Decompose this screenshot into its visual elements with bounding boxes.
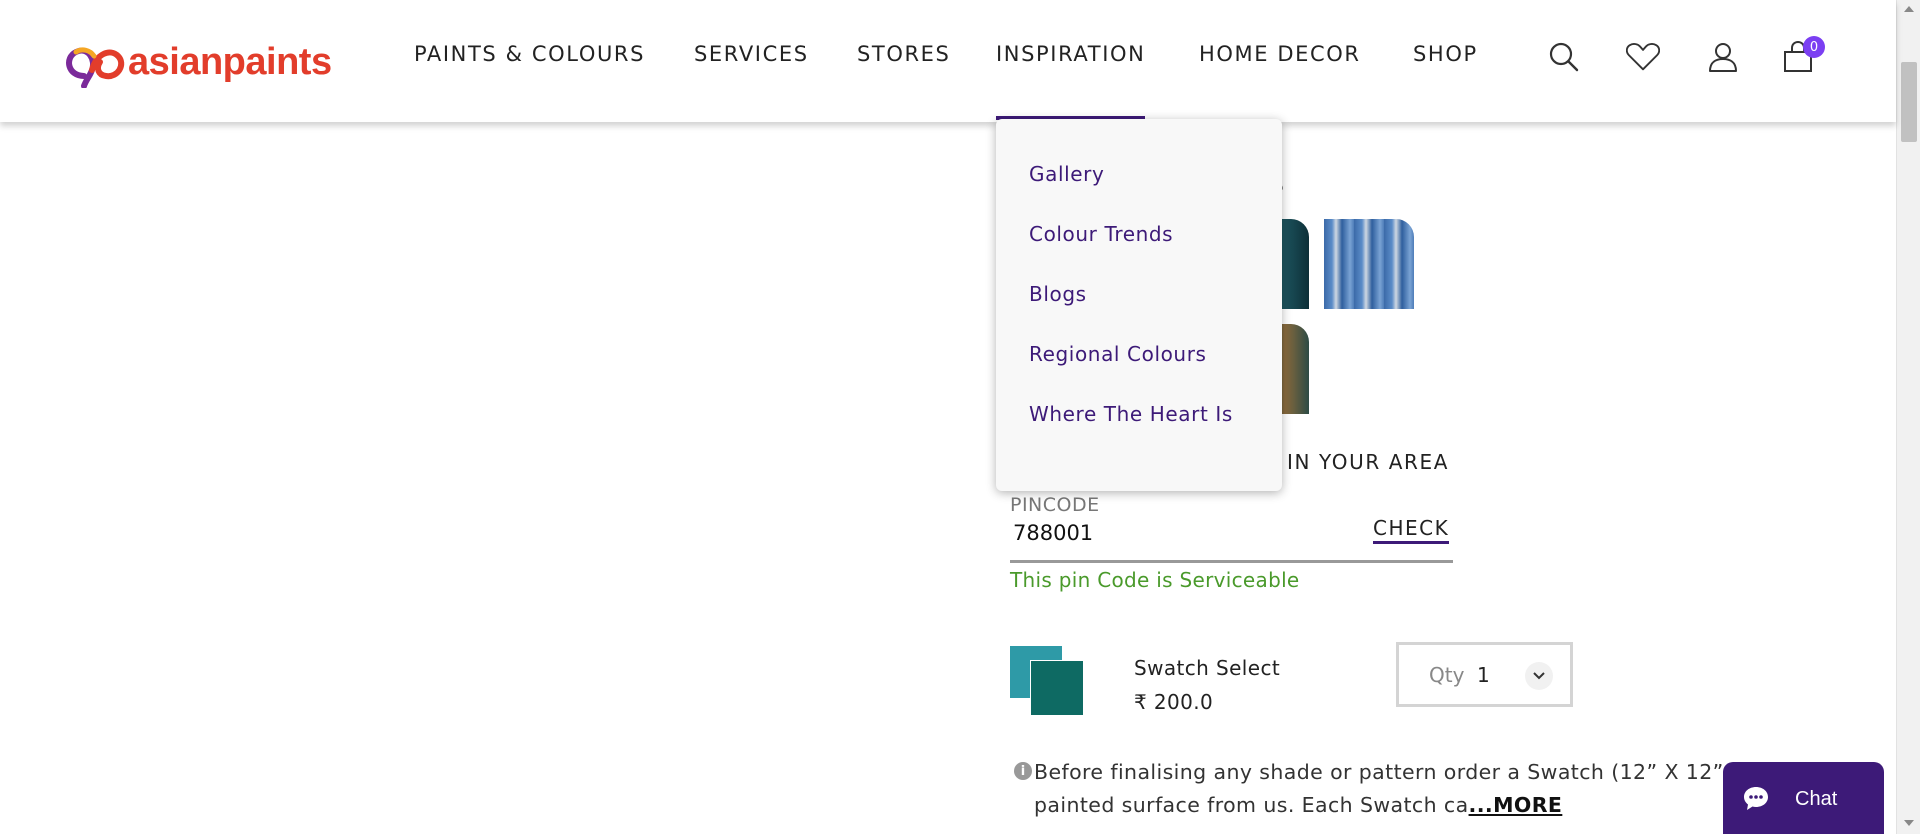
wishlist-heart-icon[interactable]	[1626, 40, 1660, 74]
logo-mark-icon	[66, 47, 125, 88]
nav-paints-colours[interactable]: PAINTS & COLOURS	[414, 42, 645, 66]
nav-shop[interactable]: SHOP	[1413, 42, 1478, 66]
scroll-up-arrow-icon[interactable]	[1904, 6, 1914, 12]
inspiration-dropdown-menu: Gallery Colour Trends Blogs Regional Col…	[996, 119, 1282, 491]
nav-home-decor[interactable]: HOME DECOR	[1199, 42, 1361, 66]
pattern-thumbnail-blue-stripes[interactable]	[1324, 219, 1414, 309]
check-pincode-button[interactable]: CHECK	[1373, 516, 1450, 544]
chat-button[interactable]: Chat	[1723, 762, 1884, 834]
nav-services[interactable]: SERVICES	[694, 42, 809, 66]
search-icon[interactable]	[1547, 40, 1581, 74]
nav-inspiration[interactable]: INSPIRATION	[996, 42, 1146, 120]
product-name: Swatch Select	[1134, 656, 1281, 680]
quantity-select[interactable]: Qty 1	[1396, 642, 1573, 707]
scrollbar-thumb[interactable]	[1901, 62, 1917, 142]
availability-section-title: IN YOUR AREA	[1287, 450, 1450, 474]
cart-count-badge: 0	[1803, 36, 1825, 58]
user-account-icon[interactable]	[1706, 40, 1740, 74]
dropdown-item-gallery[interactable]: Gallery	[1029, 162, 1104, 186]
dropdown-item-blogs[interactable]: Blogs	[1029, 282, 1087, 306]
qty-value: 1	[1477, 663, 1490, 687]
chat-bubble-icon	[1744, 787, 1768, 810]
dropdown-item-regional-colours[interactable]: Regional Colours	[1029, 342, 1207, 366]
product-price: ₹ 200.0	[1134, 690, 1214, 714]
swatch-info-text: Before finalising any shade or pattern o…	[1034, 756, 1804, 822]
cart-bag-icon[interactable]: 0	[1781, 36, 1825, 74]
page-scrollbar[interactable]	[1896, 0, 1920, 834]
dropdown-item-where-the-heart-is[interactable]: Where The Heart Is	[1029, 402, 1233, 426]
nav-stores[interactable]: STORES	[857, 42, 950, 66]
qty-label: Qty	[1429, 663, 1465, 687]
asianpaints-logo[interactable]: asianpaints	[60, 36, 332, 88]
info-icon: i	[1014, 762, 1032, 780]
scroll-down-arrow-icon[interactable]	[1904, 820, 1914, 826]
pincode-status-message: This pin Code is Serviceable	[1010, 568, 1300, 592]
chevron-down-icon[interactable]	[1525, 662, 1553, 690]
swatch-info-body: Before finalising any shade or pattern o…	[1034, 760, 1797, 817]
pincode-underline	[1010, 560, 1453, 563]
logo-text: asianpaints	[128, 40, 332, 83]
chat-label: Chat	[1795, 788, 1838, 810]
pincode-label: PINCODE	[1010, 494, 1100, 516]
site-header: asianpaints PAINTS & COLOURS SERVICES ST…	[0, 0, 1896, 122]
more-link[interactable]: ...MORE	[1469, 793, 1563, 817]
pincode-input[interactable]: 788001	[1013, 521, 1093, 545]
swatch-image-front	[1030, 660, 1084, 716]
dropdown-item-colour-trends[interactable]: Colour Trends	[1029, 222, 1173, 246]
